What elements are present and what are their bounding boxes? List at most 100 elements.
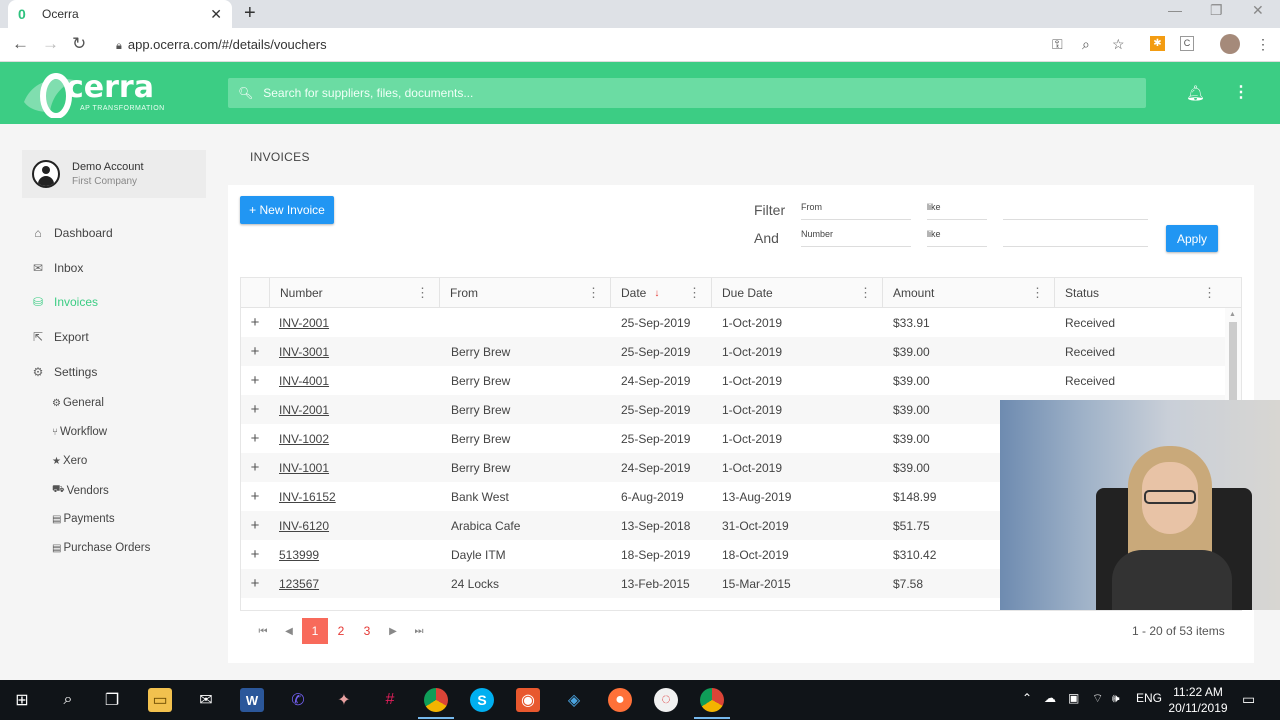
page-button-3[interactable]: 3: [354, 618, 380, 644]
onedrive-icon[interactable]: ☁: [1044, 691, 1056, 705]
last-page-icon[interactable]: ⏭: [406, 618, 432, 644]
column-header-number[interactable]: Number ⋮: [269, 278, 439, 308]
clock[interactable]: 11:22 AM 20/11/2019: [1166, 684, 1230, 716]
slack-icon[interactable]: #: [378, 688, 402, 712]
column-menu-icon[interactable]: ⋮: [859, 285, 872, 301]
bookmark-star-icon[interactable]: ☆: [1112, 36, 1125, 53]
filter-operator-select-2[interactable]: like: [927, 229, 987, 247]
global-search[interactable]: 🔍︎: [228, 78, 1146, 108]
filter-operator-select-1[interactable]: like: [927, 202, 987, 220]
expand-row-icon[interactable]: +: [241, 424, 269, 453]
invoice-number-link[interactable]: INV-2001: [279, 395, 439, 424]
profile-avatar-icon[interactable]: [1220, 34, 1240, 54]
expand-row-icon[interactable]: +: [241, 540, 269, 569]
filter-field-select-1[interactable]: From: [801, 202, 911, 220]
action-center-icon[interactable]: ▭: [1242, 691, 1255, 708]
expand-row-icon[interactable]: +: [241, 337, 269, 366]
expand-row-icon[interactable]: +: [241, 395, 269, 424]
sidebar-subitem-workflow[interactable]: ⑂ Workflow: [52, 426, 107, 438]
notification-bell-icon[interactable]: 🔔︎: [1186, 84, 1205, 102]
column-menu-icon[interactable]: ⋮: [416, 285, 429, 301]
invoice-number-link[interactable]: 123567: [279, 569, 439, 598]
filter-field-select-2[interactable]: Number: [801, 229, 911, 247]
viber-icon[interactable]: ✆: [286, 688, 310, 712]
language-indicator[interactable]: ENG: [1136, 691, 1162, 705]
scrollbar-thumb[interactable]: [1229, 322, 1237, 402]
extension-icon[interactable]: ✱: [1150, 36, 1165, 51]
expand-row-icon[interactable]: +: [241, 511, 269, 540]
invoice-number-link[interactable]: INV-6120: [279, 511, 439, 540]
skype-icon[interactable]: S: [470, 688, 494, 712]
volume-icon[interactable]: 🕪︎: [1112, 691, 1120, 706]
column-menu-icon[interactable]: ⋮: [587, 285, 600, 301]
sidebar-subitem-payments[interactable]: ▤ Payments: [52, 513, 115, 525]
invoice-number-link[interactable]: INV-1002: [279, 424, 439, 453]
search-icon[interactable]: ⌕: [56, 688, 80, 712]
reload-icon[interactable]: ↻: [72, 34, 86, 54]
app-icon[interactable]: ◌: [654, 688, 678, 712]
sidebar-item-invoices[interactable]: ⛁ Invoices: [30, 295, 98, 309]
first-page-icon[interactable]: ⏮: [250, 618, 276, 644]
ocerra-logo[interactable]: cerra AP TRANSFORMATION: [22, 68, 172, 118]
table-row[interactable]: + INV-4001 Berry Brew 24-Sep-2019 1-Oct-2019…: [241, 366, 1225, 395]
column-header-status[interactable]: Status ⋮: [1054, 278, 1226, 308]
sidebar-subitem-vendors[interactable]: ⛟ Vendors: [52, 484, 109, 497]
expand-row-icon[interactable]: +: [241, 482, 269, 511]
browser-menu-icon[interactable]: ⋮: [1256, 36, 1270, 53]
minimize-icon[interactable]: —: [1168, 2, 1182, 18]
expand-row-icon[interactable]: +: [241, 308, 269, 337]
column-header-amount[interactable]: Amount ⋮: [882, 278, 1054, 308]
app-icon[interactable]: ◈: [562, 688, 586, 712]
window-close-icon[interactable]: ✕: [1252, 2, 1264, 19]
tab-close-icon[interactable]: ✕: [210, 6, 222, 23]
sidebar-item-export[interactable]: ⇱ Export: [30, 330, 89, 344]
extension-c-icon[interactable]: C: [1180, 36, 1194, 51]
scroll-up-icon[interactable]: ▲: [1229, 311, 1236, 318]
file-explorer-icon[interactable]: ▭: [148, 688, 172, 712]
back-icon[interactable]: ←: [12, 34, 29, 54]
invoice-number-link[interactable]: 513999: [279, 540, 439, 569]
search-input[interactable]: [263, 86, 864, 100]
invoice-number-link[interactable]: INV-4001: [279, 366, 439, 395]
chrome-icon[interactable]: [424, 688, 448, 712]
windows-start-icon[interactable]: ⊞: [10, 688, 34, 712]
expand-row-icon[interactable]: +: [241, 569, 269, 598]
word-icon[interactable]: W: [240, 688, 264, 712]
sidebar-item-settings[interactable]: ⚙ Settings: [30, 365, 98, 379]
invoice-number-link[interactable]: INV-3001: [279, 337, 439, 366]
table-row[interactable]: + INV-3001 Berry Brew 25-Sep-2019 1-Oct-2019…: [241, 337, 1225, 366]
column-header-date[interactable]: Date ↓ ⋮: [610, 278, 711, 308]
chrome-icon[interactable]: [700, 688, 724, 712]
filter-value-input-2[interactable]: [1003, 229, 1148, 247]
maximize-icon[interactable]: ❐: [1210, 2, 1223, 19]
sidebar-item-inbox[interactable]: ✉ Inbox: [30, 261, 83, 275]
tray-expand-icon[interactable]: ⌃: [1022, 691, 1032, 705]
sidebar-subitem-purchase-orders[interactable]: ▤ Purchase Orders: [52, 542, 150, 554]
forward-icon[interactable]: →: [42, 34, 59, 54]
zoom-icon[interactable]: ⌕: [1082, 36, 1090, 53]
page-button-1[interactable]: 1: [302, 618, 328, 644]
sidebar-item-dashboard[interactable]: ⌂ Dashboard: [30, 226, 112, 240]
invoice-number-link[interactable]: INV-1001: [279, 453, 439, 482]
column-menu-icon[interactable]: ⋮: [1203, 285, 1216, 301]
apply-filter-button[interactable]: Apply: [1166, 225, 1218, 252]
next-page-icon[interactable]: ▶: [380, 618, 406, 644]
expand-row-icon[interactable]: +: [241, 453, 269, 482]
previous-page-icon[interactable]: ◀: [276, 618, 302, 644]
page-button-2[interactable]: 2: [328, 618, 354, 644]
firefox-icon[interactable]: ●: [608, 688, 632, 712]
account-panel[interactable]: Demo Account First Company: [22, 150, 206, 198]
new-tab-button[interactable]: +: [244, 2, 256, 25]
mail-icon[interactable]: ✉: [194, 688, 218, 712]
column-menu-icon[interactable]: ⋮: [1031, 285, 1044, 301]
task-view-icon[interactable]: ❐: [100, 688, 124, 712]
expand-row-icon[interactable]: +: [241, 366, 269, 395]
new-invoice-button[interactable]: + New Invoice: [240, 196, 334, 224]
camera-app-icon[interactable]: ◉: [516, 688, 540, 712]
url-field[interactable]: 🔒︎ app.ocerra.com/#/details/vouchers: [116, 37, 327, 53]
filter-value-input-1[interactable]: [1003, 202, 1148, 220]
invoice-number-link[interactable]: INV-2001: [279, 308, 439, 337]
column-header-from[interactable]: From ⋮: [439, 278, 610, 308]
app-menu-icon[interactable]: ⋮: [1233, 82, 1249, 102]
invoice-number-link[interactable]: INV-16152: [279, 482, 439, 511]
